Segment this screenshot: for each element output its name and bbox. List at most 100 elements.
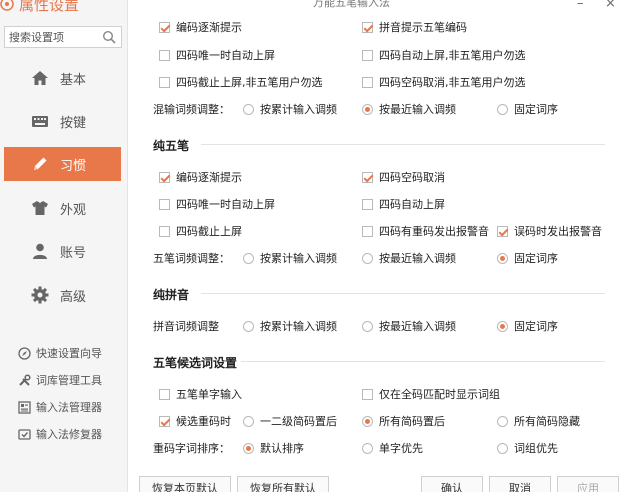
nav-item-appearance[interactable]: 外观 [4,191,121,225]
radio-sort-phrase[interactable]: 词组优先 [497,440,558,456]
checkbox-box[interactable] [362,76,373,88]
radio-label: 所有简码隐藏 [514,415,580,428]
checkbox-dup-code[interactable]: 候选重码时 [159,413,231,429]
radio-circle[interactable] [362,103,373,115]
radio-mixed-fixed[interactable]: 固定词序 [497,101,558,117]
checkbox-dup-alert[interactable]: 四码有重码发出报警音 [362,223,489,239]
mixed-freq-label: 混输词频调整： [153,103,230,116]
search-input[interactable] [5,27,97,47]
checkbox-label: 候选重码时 [176,415,231,428]
radio-pinyin-fixed[interactable]: 固定词序 [497,318,558,334]
nav-item-basic[interactable]: 基本 [4,61,121,95]
radio-circle[interactable] [362,320,373,332]
checkbox-unique-auto-wubi[interactable]: 四码唯一时自动上屏 [159,196,275,212]
tool-label: 输入法管理器 [36,401,102,414]
checkbox-box[interactable] [362,225,373,237]
search-icon[interactable] [102,30,116,44]
checkbox-single-char[interactable]: 五笔单字输入 [159,386,242,402]
checkbox-full-phrase[interactable]: 仅在全码匹配时显示词组 [362,386,500,402]
radio-circle[interactable] [497,415,508,427]
checkbox-encode-hint-mixed[interactable]: 编码逐渐提示 [159,19,242,35]
radio-label: 按累计输入调频 [260,320,337,333]
restore-all-default-button[interactable]: 恢复所有默认 [237,476,329,492]
radio-circle[interactable] [362,252,373,264]
checkbox-empty-cancel-nonwubi[interactable]: 四码空码取消,非五笔用户勿选 [362,74,526,90]
checkbox-box[interactable] [159,388,170,400]
nav-item-keys[interactable]: 按键 [4,104,121,138]
checkbox-box[interactable] [362,49,373,61]
apply-button[interactable]: 应用 [557,476,619,492]
checkbox-box[interactable] [362,171,373,183]
radio-label: 固定词序 [514,103,558,116]
radio-all-after[interactable]: 所有简码置后 [362,413,445,429]
checkbox-pinyin-wubi-hint[interactable]: 拼音提示五笔编码 [362,19,467,35]
radio-all-hide[interactable]: 所有简码隐藏 [497,413,580,429]
radio-wubi-cumulative[interactable]: 按累计输入调频 [243,250,337,266]
repair-icon [18,428,31,440]
tool-dict-manager[interactable]: 词库管理工具 [18,371,102,389]
radio-wubi-recent[interactable]: 按最近输入调频 [362,250,456,266]
checkbox-box[interactable] [362,21,373,33]
checkbox-box[interactable] [159,49,170,61]
minimize-button[interactable]: – [577,0,584,11]
checkbox-cut-nonwubi[interactable]: 四码截止上屏,非五笔用户勿选 [159,74,323,90]
tool-quick-wizard[interactable]: 快速设置向导 [18,344,102,362]
checkbox-label: 编码逐渐提示 [176,171,242,184]
radio-pinyin-recent[interactable]: 按最近输入调频 [362,318,456,334]
sort-label: 重码字词排序： [153,442,230,455]
checkbox-label: 四码截止上屏 [176,225,242,238]
radio-wubi-fixed[interactable]: 固定词序 [497,250,558,266]
checkbox-box[interactable] [362,388,373,400]
radio-circle[interactable] [243,103,254,115]
close-button[interactable]: × [605,0,616,11]
checkbox-label: 四码自动上屏,非五笔用户勿选 [379,49,526,62]
ok-button[interactable]: 确认 [421,476,483,492]
checkbox-box[interactable] [159,415,170,427]
radio-level12-after[interactable]: 一二级简码置后 [243,413,337,429]
radio-sort-default[interactable]: 默认排序 [243,440,304,456]
pencil-icon [34,157,47,170]
checkbox-encode-hint-wubi[interactable]: 编码逐渐提示 [159,169,242,185]
checkbox-auto-wubi[interactable]: 四码自动上屏 [362,196,445,212]
checkbox-box[interactable] [159,198,170,210]
checkbox-label: 四码有重码发出报警音 [379,225,489,238]
radio-label: 固定词序 [514,252,558,265]
wubi-freq-label: 五笔词频调整： [153,252,230,265]
checkbox-box[interactable] [159,76,170,88]
checkbox-label: 四码自动上屏 [379,198,445,211]
restore-page-default-button[interactable]: 恢复本页默认 [139,476,231,492]
radio-circle[interactable] [243,252,254,264]
radio-mixed-recent[interactable]: 按最近输入调频 [362,101,456,117]
checkbox-auto-nonwubi[interactable]: 四码自动上屏,非五笔用户勿选 [362,47,526,63]
checkbox-box[interactable] [159,225,170,237]
radio-circle[interactable] [243,320,254,332]
tool-ime-manager[interactable]: 输入法管理器 [18,398,102,416]
nav-label: 按键 [60,115,87,131]
checkbox-error-alert[interactable]: 误码时发出报警音 [497,223,602,239]
radio-circle[interactable] [362,415,373,427]
radio-label: 一二级简码置后 [260,415,337,428]
radio-circle[interactable] [243,415,254,427]
radio-sort-single[interactable]: 单字优先 [362,440,423,456]
checkbox-empty-cancel-wubi[interactable]: 四码空码取消 [362,169,445,185]
radio-circle[interactable] [497,320,508,332]
nav-item-habits[interactable]: 习惯 [4,147,121,181]
radio-circle[interactable] [243,442,254,454]
radio-circle[interactable] [497,252,508,264]
radio-circle[interactable] [497,103,508,115]
radio-circle[interactable] [362,442,373,454]
radio-circle[interactable] [497,442,508,454]
cancel-button[interactable]: 取消 [489,476,551,492]
radio-pinyin-cumulative[interactable]: 按累计输入调频 [243,318,337,334]
checkbox-box[interactable] [159,171,170,183]
checkbox-unique-auto-mixed[interactable]: 四码唯一时自动上屏 [159,47,275,63]
checkbox-box[interactable] [497,225,508,237]
checkbox-cut-wubi[interactable]: 四码截止上屏 [159,223,242,239]
tool-ime-repair[interactable]: 输入法修复器 [18,425,102,443]
checkbox-box[interactable] [159,21,170,33]
checkbox-box[interactable] [362,198,373,210]
radio-mixed-cumulative[interactable]: 按累计输入调频 [243,101,337,117]
nav-item-advanced[interactable]: 高级 [4,278,121,312]
nav-item-account[interactable]: 账号 [4,234,121,268]
checkbox-label: 四码空码取消 [379,171,445,184]
